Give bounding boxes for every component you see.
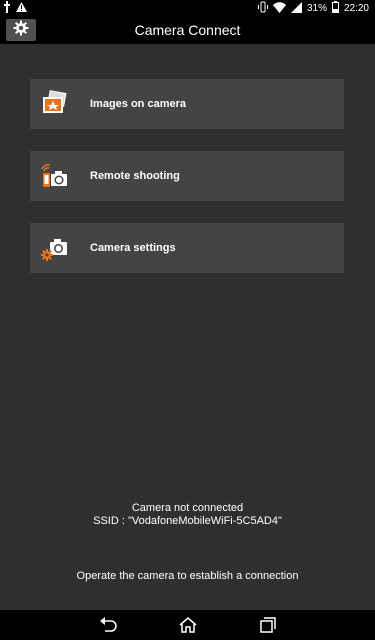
- connection-status: Camera not connected: [131, 502, 244, 514]
- recent-apps-icon[interactable]: [258, 616, 278, 634]
- images-icon: [40, 89, 70, 119]
- menu-item-remote-shooting[interactable]: Remote shooting: [30, 151, 344, 201]
- usb-icon: [4, 1, 10, 16]
- app-bar: Camera Connect: [0, 16, 375, 44]
- menu-item-images-on-camera[interactable]: Images on camera: [30, 79, 344, 129]
- status-bar: 31% 22:20: [0, 0, 375, 16]
- battery-icon: [331, 1, 339, 16]
- connection-hint: Operate the camera to establish a connec…: [76, 570, 299, 582]
- menu-item-camera-settings[interactable]: Camera settings: [30, 223, 344, 273]
- menu-item-label: Camera settings: [90, 242, 176, 254]
- wifi-icon: [272, 1, 286, 16]
- back-icon[interactable]: [98, 616, 118, 634]
- ssid-label: SSID : "VodafoneMobileWiFi-5C5AD4": [93, 515, 282, 527]
- warning-icon: [16, 2, 27, 15]
- menu-item-label: Images on camera: [90, 98, 186, 110]
- navigation-bar: [0, 610, 375, 640]
- remote-shooting-icon: [40, 161, 70, 191]
- vibrate-icon: [257, 1, 268, 16]
- camera-settings-icon: [40, 233, 70, 263]
- home-icon[interactable]: [178, 616, 198, 634]
- signal-icon: [290, 1, 302, 16]
- menu-item-label: Remote shooting: [90, 170, 180, 182]
- clock: 22:20: [343, 3, 369, 14]
- battery-percent: 31%: [306, 3, 327, 14]
- page-title: Camera Connect: [134, 22, 241, 38]
